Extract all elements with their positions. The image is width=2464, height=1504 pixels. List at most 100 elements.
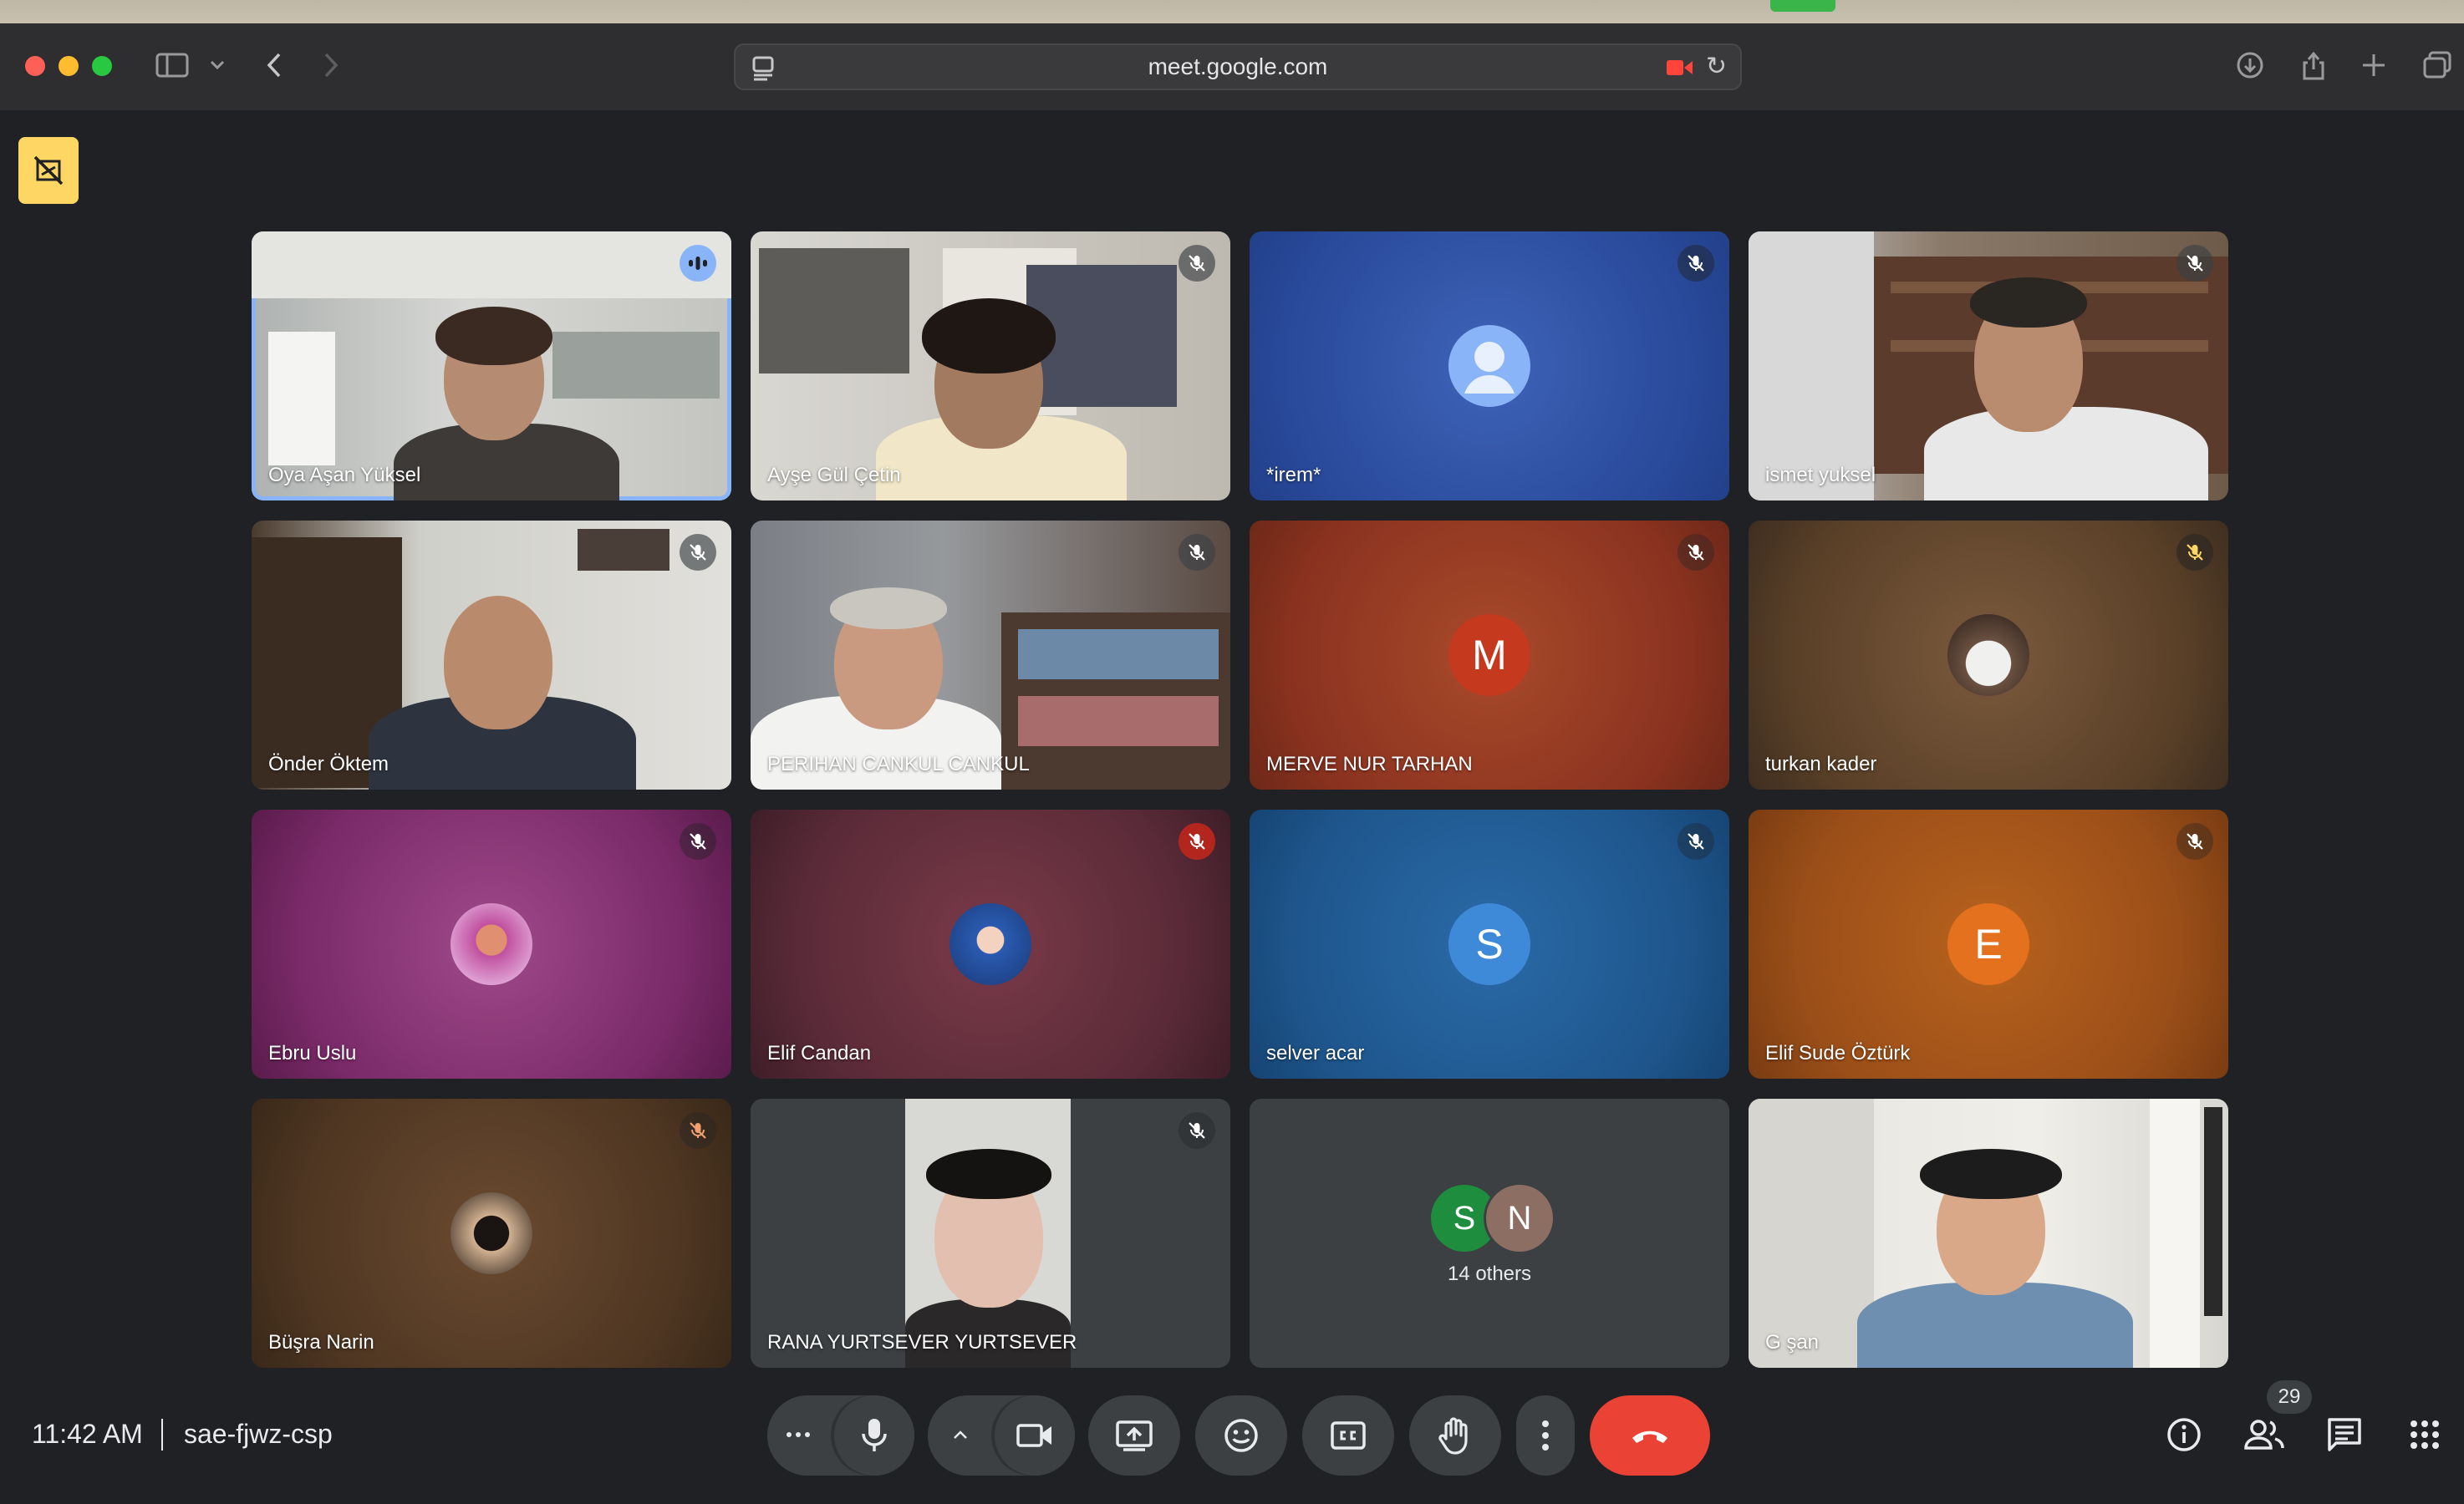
reactions-button[interactable] [1195, 1395, 1287, 1476]
participant-tile[interactable]: E Elif Sude Öztürk [1749, 810, 2228, 1079]
participant-name: RANA YURTSEVER YURTSEVER [767, 1331, 1077, 1354]
participant-tile[interactable]: *irem* [1250, 231, 1729, 500]
participant-name: Önder Öktem [268, 753, 389, 775]
muted-mic-icon [1179, 245, 1215, 282]
participant-tile[interactable]: G şan [1749, 1099, 2228, 1368]
chevron-up-icon[interactable] [946, 1420, 975, 1453]
end-call-icon [1632, 1430, 1667, 1443]
tab-overview-icon[interactable] [2414, 42, 2461, 89]
participant-name: ismet yuksel [1765, 464, 1876, 486]
muted-mic-icon [1179, 534, 1215, 571]
raise-hand-icon [1438, 1417, 1468, 1455]
camera-recording-icon[interactable] [1667, 58, 1693, 77]
present-icon [1116, 1420, 1153, 1451]
participant-avatar: S [1448, 903, 1530, 985]
back-icon[interactable] [251, 42, 298, 89]
participant-tile[interactable]: ismet yuksel [1749, 231, 2228, 500]
participant-name: Ebru Uslu [268, 1042, 357, 1064]
new-tab-icon[interactable] [2350, 42, 2397, 89]
participant-tile[interactable]: Ebru Uslu [252, 810, 731, 1079]
participant-tile[interactable]: M MERVE NUR TARHAN [1250, 521, 1729, 790]
participant-name: PERIHAN CANKUL CANKUL [767, 753, 1030, 775]
microphone-control-group[interactable] [767, 1395, 914, 1476]
participant-avatar-photo [1947, 614, 2029, 696]
chat-button[interactable] [2320, 1410, 2369, 1459]
participant-name: Ayşe Gül Çetin [767, 464, 901, 486]
url-text: meet.google.com [1148, 53, 1328, 79]
others-tile[interactable]: S N 14 others [1250, 1099, 1729, 1368]
presentation-toggle-button[interactable] [18, 137, 79, 204]
muted-mic-icon [2176, 534, 2213, 571]
more-options-button[interactable] [1516, 1395, 1575, 1476]
emoji-icon [1224, 1419, 1258, 1452]
microphone-icon[interactable] [834, 1395, 914, 1476]
more-audio-options-icon[interactable] [784, 1420, 812, 1453]
chevron-down-icon[interactable] [194, 42, 241, 89]
participant-tile[interactable]: Elif Candan [751, 810, 1230, 1079]
close-window-button[interactable] [25, 56, 45, 76]
speaking-indicator-icon [680, 245, 716, 282]
participant-tile[interactable]: Önder Öktem [252, 521, 731, 790]
camera-icon[interactable] [995, 1395, 1075, 1476]
participant-avatar: M [1448, 614, 1530, 696]
participant-name: G şan [1765, 1331, 1820, 1354]
camera-control-group[interactable] [928, 1395, 1075, 1476]
leave-call-button[interactable] [1590, 1395, 1710, 1476]
share-icon[interactable] [2290, 42, 2337, 89]
macos-menu-bar [0, 0, 2464, 23]
participant-tile[interactable]: RANA YURTSEVER YURTSEVER [751, 1099, 1230, 1368]
reload-icon[interactable]: ↻ [1706, 52, 1727, 81]
participant-name: Oya Aşan Yüksel [268, 464, 421, 486]
menu-bar-indicator [1770, 0, 1835, 12]
participant-tile[interactable]: Ayşe Gül Çetin [751, 231, 1230, 500]
raise-hand-button[interactable] [1409, 1395, 1501, 1476]
muted-mic-icon [2176, 245, 2213, 282]
others-avatar: N [1484, 1182, 1555, 1254]
participant-name: Büşra Narin [268, 1331, 374, 1354]
present-screen-button[interactable] [1088, 1395, 1180, 1476]
meeting-code[interactable]: sae-fjwz-csp [184, 1419, 333, 1450]
participant-name: turkan kader [1765, 753, 1877, 775]
zoom-window-button[interactable] [92, 56, 112, 76]
chat-icon [2328, 1418, 2361, 1451]
participant-name: *irem* [1266, 464, 1321, 486]
people-button[interactable] [2240, 1410, 2288, 1459]
muted-mic-icon [1677, 823, 1714, 860]
time-code-divider [161, 1419, 163, 1451]
participant-name: MERVE NUR TARHAN [1266, 753, 1473, 775]
default-avatar-icon [1448, 325, 1530, 407]
muted-mic-icon [680, 823, 716, 860]
muted-mic-icon [1677, 245, 1714, 282]
participant-name: Elif Sude Öztürk [1765, 1042, 1911, 1064]
participant-avatar-photo [451, 903, 532, 985]
muted-mic-icon [2176, 823, 2213, 860]
people-icon [2244, 1420, 2284, 1450]
muted-mic-icon [680, 1112, 716, 1149]
browser-toolbar: meet.google.com ↻ [0, 23, 2464, 112]
info-icon [2167, 1418, 2201, 1451]
captions-icon [1331, 1421, 1366, 1450]
participant-tile[interactable]: S selver acar [1250, 810, 1729, 1079]
meeting-time: 11:42 AM [32, 1419, 143, 1449]
muted-mic-icon [1677, 534, 1714, 571]
muted-mic-icon [1179, 1112, 1215, 1149]
participant-count-badge: 29 [2267, 1380, 2312, 1414]
forward-icon[interactable] [308, 42, 354, 89]
participant-tile[interactable]: Oya Aşan Yüksel [252, 231, 731, 500]
sidebar-toggle-icon[interactable] [149, 42, 196, 89]
downloads-icon[interactable] [2227, 42, 2273, 89]
participant-name: selver acar [1266, 1042, 1365, 1064]
activities-button[interactable] [2400, 1410, 2449, 1459]
more-vert-icon [1542, 1420, 1549, 1451]
participant-tile[interactable]: PERIHAN CANKUL CANKUL [751, 521, 1230, 790]
address-bar[interactable]: meet.google.com ↻ [734, 43, 1742, 90]
participant-avatar: E [1947, 903, 2029, 985]
others-count: 14 others [1447, 1263, 1532, 1285]
participant-tile[interactable]: Büşra Narin [252, 1099, 731, 1368]
meeting-details-button[interactable] [2160, 1410, 2208, 1459]
captions-button[interactable] [1302, 1395, 1394, 1476]
participant-avatar-photo [949, 903, 1031, 985]
minimize-window-button[interactable] [59, 56, 79, 76]
participant-tile[interactable]: turkan kader [1749, 521, 2228, 790]
apps-grid-icon [2411, 1420, 2439, 1449]
